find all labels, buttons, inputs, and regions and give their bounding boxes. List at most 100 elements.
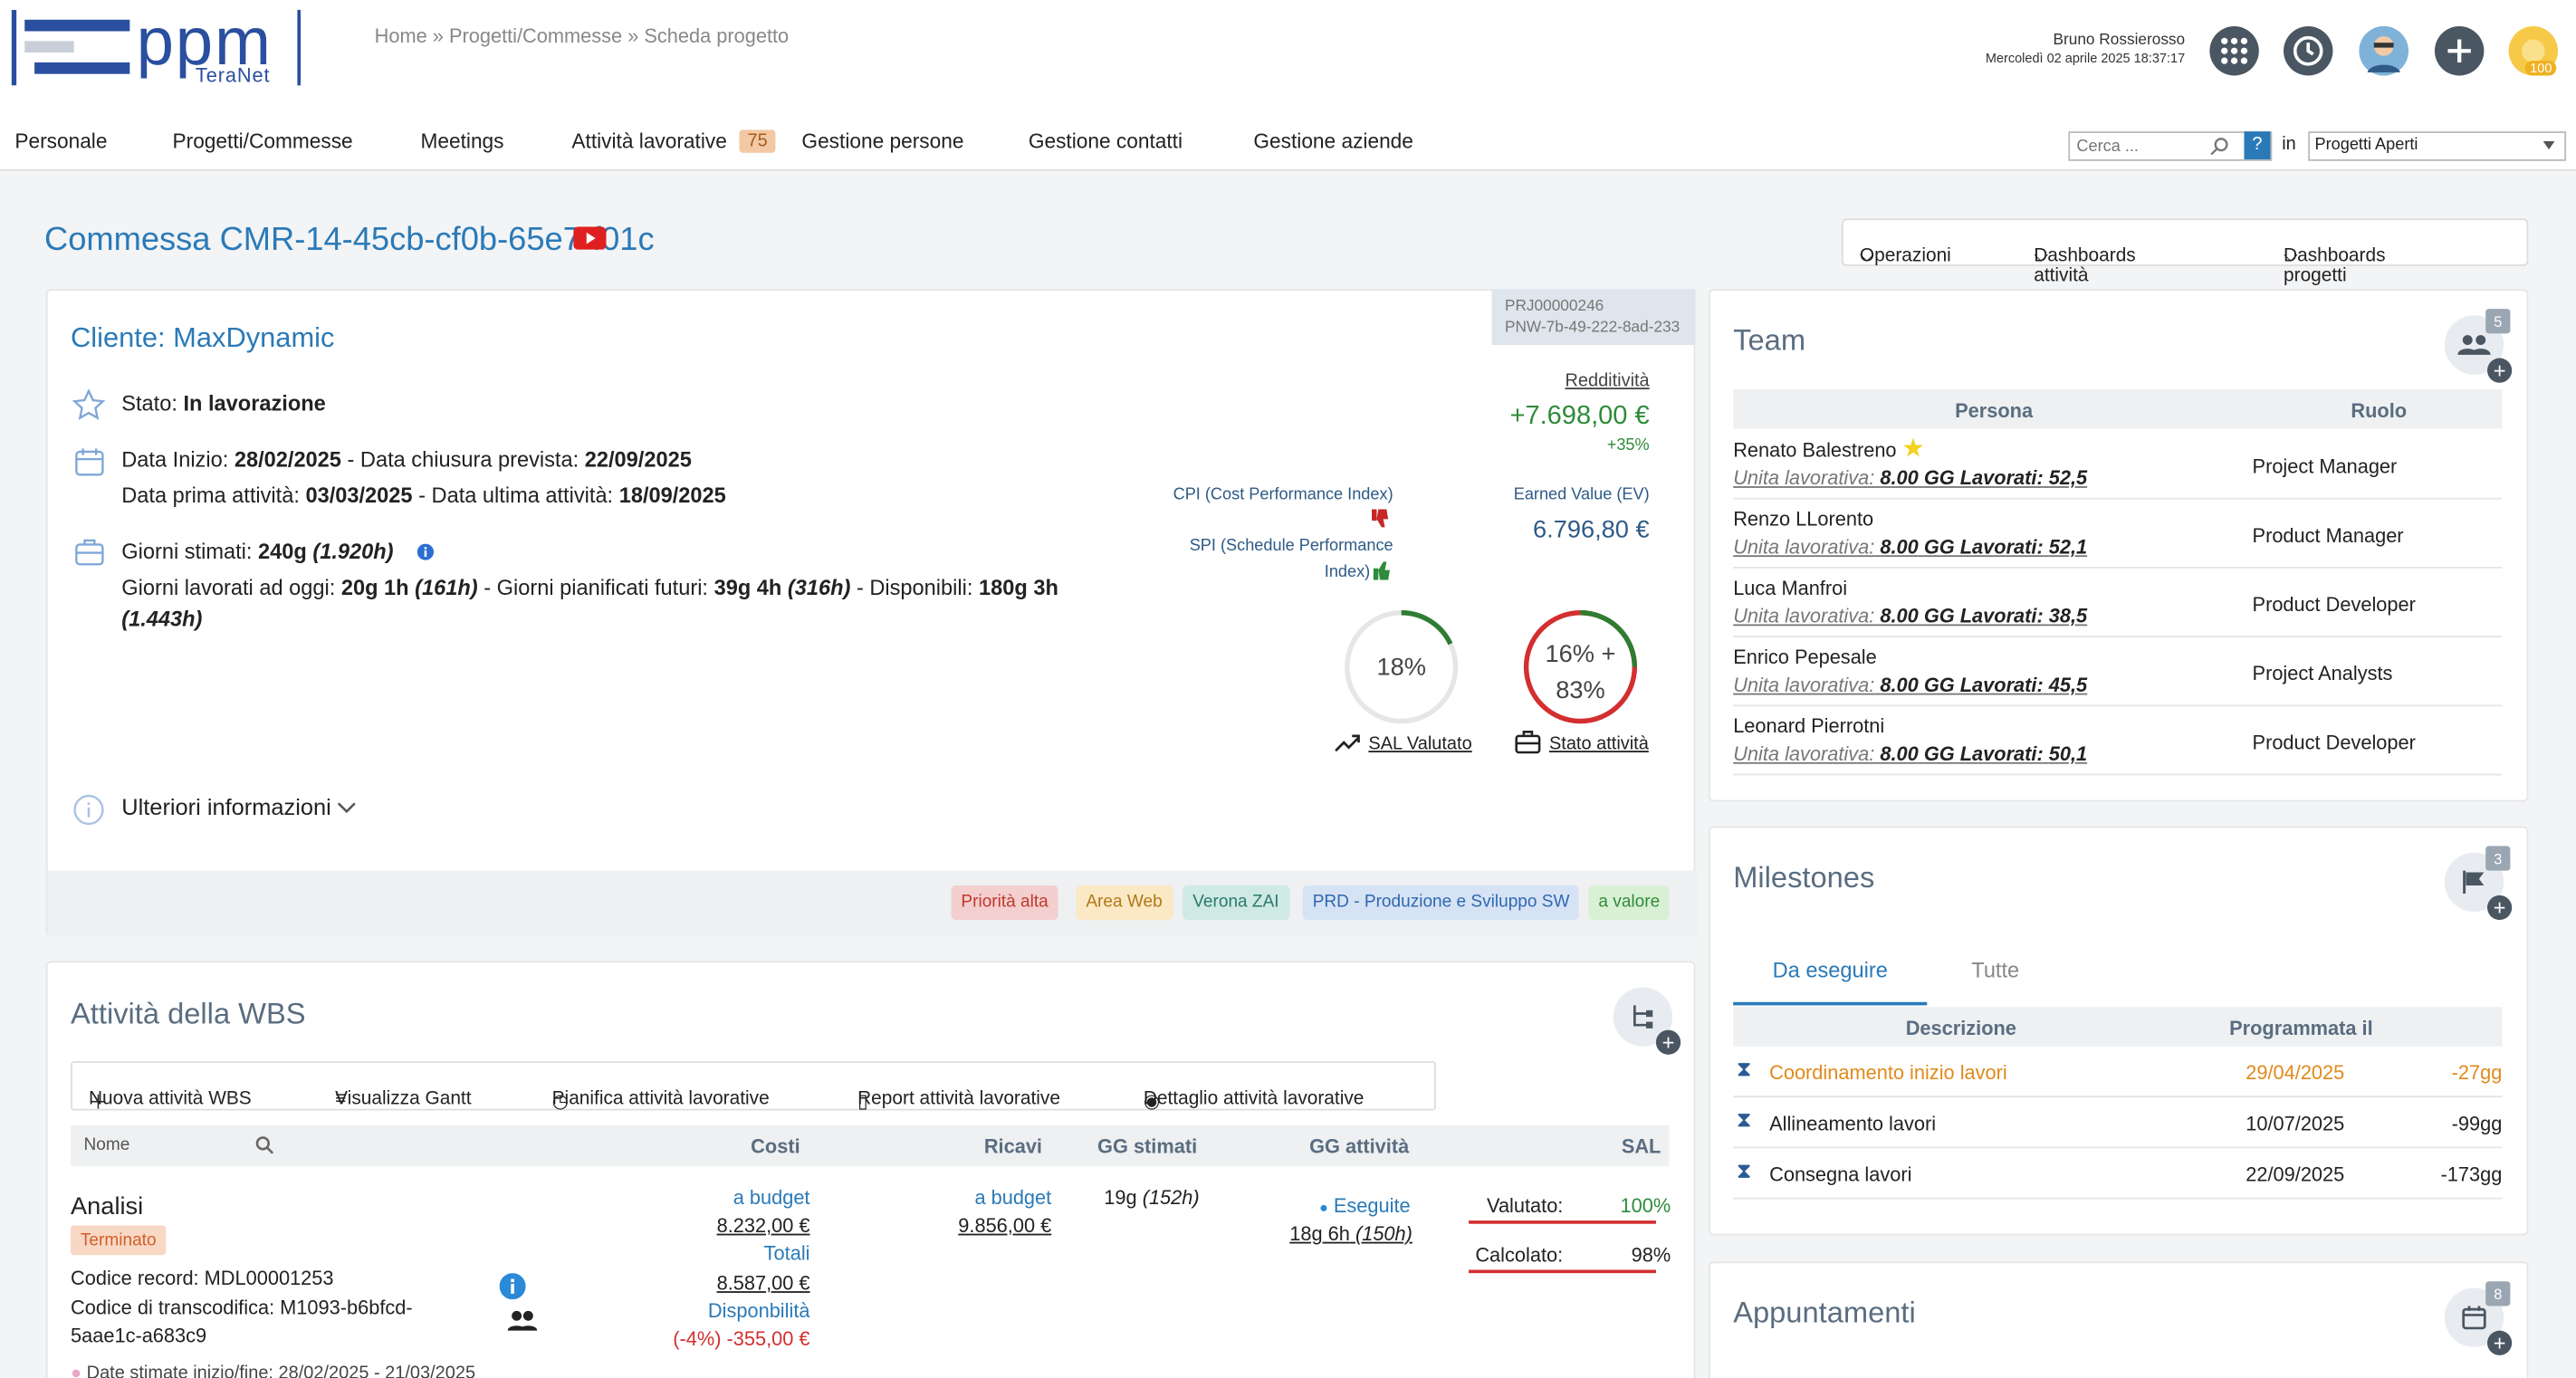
dettaglio-label: Dettaglio attività lavorative xyxy=(1143,1088,1365,1109)
users-icon[interactable] xyxy=(507,1309,538,1332)
gg-label: GG Lavorati: xyxy=(1923,742,2044,766)
user-name: Bruno Rossierosso xyxy=(2053,31,2186,50)
col-gg-attivita[interactable]: GG attività xyxy=(1309,1135,1409,1158)
logo-bars-icon xyxy=(11,9,130,86)
col-gg-stimati[interactable]: GG stimati xyxy=(1097,1135,1197,1158)
disponibili-hours: (1.443h) xyxy=(121,606,203,631)
tag-area[interactable]: Area Web xyxy=(1076,885,1173,921)
client-name[interactable]: Cliente: MaxDynamic xyxy=(71,322,334,355)
tab-da-eseguire[interactable]: Da eseguire xyxy=(1733,958,1927,982)
history-button[interactable] xyxy=(2284,26,2333,76)
appuntamenti-count: 8 xyxy=(2485,1281,2511,1306)
search-scope-select[interactable]: Progetti Aperti xyxy=(2308,131,2567,161)
col-ricavi[interactable]: Ricavi xyxy=(984,1135,1042,1158)
info-icon[interactable] xyxy=(417,543,435,560)
team-member-workload: Unita lavorativa: 8.00 GG Lavorati: 45,5 xyxy=(1733,674,2087,696)
tag-tipo[interactable]: a valore xyxy=(1588,885,1671,921)
ultima-attivita-label: - Data ultima attività: xyxy=(418,483,614,508)
tab-tutte[interactable]: Tutte xyxy=(1971,958,2019,982)
nav-item-progetti[interactable]: Progetti/Commesse xyxy=(173,129,353,152)
member-name-text: Luca Manfroi xyxy=(1733,576,1848,600)
stato-percent: 16% + 83% xyxy=(1521,637,1640,710)
sal-valutato-underline xyxy=(1469,1220,1656,1224)
hierarchy-icon xyxy=(1633,1005,1653,1029)
team-member-name: Luca Manfroi xyxy=(1733,577,1847,599)
apps-grid-button[interactable] xyxy=(2209,26,2259,76)
notification-count: 100 xyxy=(2524,61,2557,76)
tag-priorita[interactable]: Priorità alta xyxy=(951,885,1058,921)
milestone-row[interactable]: ⧗ Consegna lavori 22/09/2025 -173gg xyxy=(1733,1148,2503,1200)
totali-label: Totali xyxy=(763,1241,810,1266)
sal-valutato-link[interactable]: SAL Valutato xyxy=(1368,734,1471,754)
team-title: Team xyxy=(1733,323,1806,357)
ricavi-budget[interactable]: 9.856,00 € xyxy=(920,1214,1051,1237)
ulteriori-label: Ulteriori informazioni xyxy=(121,793,331,820)
costi-totali[interactable]: 8.587,00 € xyxy=(646,1271,810,1294)
notifications-button[interactable]: 100 xyxy=(2508,26,2559,76)
tag-divisione[interactable]: PRD - Produzione e Sviluppo SW xyxy=(1302,885,1580,921)
appuntamenti-button[interactable]: 8 + xyxy=(2444,1281,2513,1355)
wbs-row-name[interactable]: Analisi xyxy=(71,1192,143,1220)
chevron-down-icon: ⌵ xyxy=(1859,246,1874,266)
disponibili-value: 180g 3h xyxy=(979,575,1058,600)
search-icon[interactable] xyxy=(2209,137,2229,157)
data-chiusura-label: - Data chiusura prevista: xyxy=(347,446,579,472)
disponibilita-label: Disponbilità xyxy=(707,1299,810,1323)
avatar[interactable] xyxy=(2359,26,2408,76)
info-icon[interactable] xyxy=(499,1273,526,1300)
costi-budget-label: a budget xyxy=(733,1185,810,1210)
nav-item-gestione-persone[interactable]: Gestione persone xyxy=(801,129,963,152)
data-inizio-label: Data Inizio: xyxy=(121,446,229,472)
add-button[interactable] xyxy=(2434,26,2485,76)
giorni-pianificati-hours: (316h) xyxy=(787,575,851,600)
tag-sede[interactable]: Verona ZAI xyxy=(1183,885,1289,921)
sal-valutato-value: 100% xyxy=(1620,1194,1671,1218)
ppm-logo[interactable]: ppm TeraNet xyxy=(11,4,302,87)
stato-attivita-link[interactable]: Stato attività xyxy=(1549,734,1649,754)
calendar-icon xyxy=(75,448,104,476)
team-count: 5 xyxy=(2485,309,2511,334)
redditivita-link[interactable]: Redditività xyxy=(1545,371,1649,391)
milestone-row[interactable]: ⧗ Coordinamento inizio lavori 29/04/2025 -2… xyxy=(1733,1047,2503,1098)
milestones-button[interactable]: 3 + xyxy=(2444,846,2513,921)
ricavi-label: a budget xyxy=(974,1185,1052,1210)
team-member-role: Project Manager xyxy=(2252,455,2398,478)
operations-bar: Operazioni ⌵ Dashboards attività ⌵ Dashb… xyxy=(1841,218,2529,286)
nav-item-personale[interactable]: Personale xyxy=(14,129,107,152)
giorni-stimati-label: Giorni stimati: xyxy=(121,539,253,564)
page-title: Commessa CMR-14-45cb-cf0b-65e7-f01c xyxy=(44,222,655,260)
team-row[interactable]: Renato Balestreno ★ Unita lavorativa: 8.00… xyxy=(1733,432,2503,500)
team-row[interactable]: Luca Manfroi Unita lavorativa: 8.00 GG La… xyxy=(1733,570,2503,637)
gg-attivita-value[interactable]: 18g 6h (150h) xyxy=(1289,1222,1412,1245)
breadcrumb[interactable]: Home » Progetti/Commesse » Scheda proget… xyxy=(375,24,789,47)
team-button[interactable]: 5 + xyxy=(2444,309,2513,383)
wbs-tree-button[interactable]: + xyxy=(1613,987,1681,1055)
col-costi[interactable]: Costi xyxy=(751,1135,800,1158)
col-sal[interactable]: SAL xyxy=(1622,1135,1661,1158)
costi-budget[interactable]: 8.232,00 € xyxy=(646,1214,810,1237)
team-row[interactable]: Enrico Pepesale Unita lavorativa: 8.00 GG… xyxy=(1733,639,2503,707)
nav-item-attivita[interactable]: Attività lavorative xyxy=(571,129,726,152)
chevron-down-icon xyxy=(338,802,357,814)
nav-item-gestione-aziende[interactable]: Gestione aziende xyxy=(1253,129,1413,152)
stato-label: Stato: xyxy=(121,390,177,416)
project-code: PRJ00000246 xyxy=(1504,297,1604,316)
team-row[interactable]: Leonard Pierrotni Unita lavorativa: 8.00 … xyxy=(1733,708,2503,776)
search-help-button[interactable]: ? xyxy=(2244,131,2271,159)
star-icon[interactable] xyxy=(72,389,106,420)
current-datetime: Mercoledì 02 aprile 2025 18:37:17 xyxy=(1985,51,2186,66)
nav-item-meetings[interactable]: Meetings xyxy=(420,129,503,152)
milestone-row[interactable]: ⧗ Allineamento lavori 10/07/2025 -99gg xyxy=(1733,1097,2503,1149)
search-input[interactable] xyxy=(2068,131,2273,161)
team-member-role: Product Developer xyxy=(2252,592,2416,617)
ulteriori-informazioni-toggle[interactable]: Ulteriori informazioni xyxy=(121,793,357,819)
team-row[interactable]: Renzo LLorento Unita lavorativa: 8.00 GG … xyxy=(1733,501,2503,569)
search-icon[interactable] xyxy=(254,1135,274,1155)
user-avatar-icon xyxy=(2359,26,2408,76)
team-member-name: Enrico Pepesale xyxy=(1733,646,1877,668)
team-member-workload: Unita lavorativa: 8.00 GG Lavorati: 52,1 xyxy=(1733,535,2087,558)
hourglass-icon: ⧗ xyxy=(1736,1158,1752,1183)
youtube-icon[interactable] xyxy=(573,226,607,250)
attivita-badge: 75 xyxy=(739,129,776,153)
nav-item-gestione-contatti[interactable]: Gestione contatti xyxy=(1029,129,1183,152)
